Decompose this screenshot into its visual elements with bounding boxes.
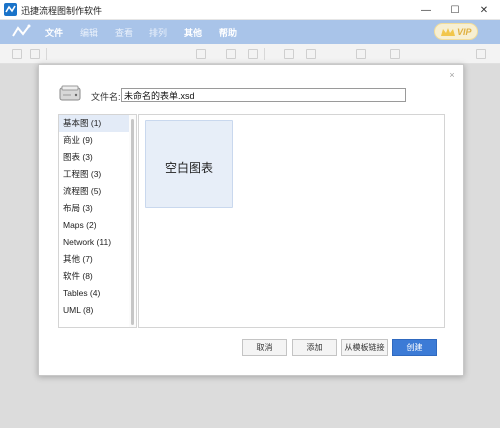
category-scrollbar-thumb[interactable] [131,119,134,325]
category-item-network[interactable]: Network (11) [59,234,130,251]
category-item-engineering[interactable]: 工程图 (3) [59,166,130,183]
toolbar-icon [196,49,206,59]
menu-file[interactable]: 文件 [45,26,63,39]
category-item-tables[interactable]: Tables (4) [59,285,130,302]
maximize-button[interactable]: ☐ [441,0,469,20]
filename-input[interactable] [121,88,406,102]
menu-view[interactable]: 查看 [115,26,133,39]
close-icon[interactable]: × [447,70,457,80]
new-file-dialog: × 文件名: 基本图 (1) 商业 (9) 图表 (3) 工程图 (3) 流程图… [38,64,464,376]
minimize-button[interactable]: — [412,0,440,20]
window-title: 迅捷流程图制作软件 [21,6,103,16]
toolbar-separator [264,48,265,60]
category-item-other[interactable]: 其他 (7) [59,251,130,268]
category-item-business[interactable]: 商业 (9) [59,132,130,149]
from-template-link-button[interactable]: 从模板链接 [341,339,388,356]
template-card-blank[interactable]: 空白图表 [145,120,233,208]
menu-bar: 文件 编辑 查看 排列 其他 帮助 VIP [0,20,500,44]
template-card-label: 空白图表 [164,161,213,175]
menu-arrange[interactable]: 排列 [149,26,167,39]
category-item-layout[interactable]: 布局 (3) [59,200,130,217]
category-item-charts[interactable]: 图表 (3) [59,149,130,166]
toolbar-icon [30,49,40,59]
toolbar-icon [12,49,22,59]
toolbar-icon [248,49,258,59]
add-button[interactable]: 添加 [292,339,337,356]
app-logo-icon [4,3,17,16]
template-panel: 空白图表 [138,114,445,328]
vip-badge[interactable]: VIP [434,23,478,40]
cancel-button[interactable]: 取消 [242,339,287,356]
toolbar [0,44,500,64]
toolbar-icon [306,49,316,59]
crown-icon [441,28,455,36]
title-bar: 迅捷流程图制作软件 — ☐ ✕ [0,0,500,20]
vip-label: VIP [457,27,472,37]
menu-edit[interactable]: 编辑 [80,26,98,39]
flowchart-logo-icon[interactable] [10,22,32,42]
toolbar-icon [390,49,400,59]
toolbar-icon [356,49,366,59]
create-button[interactable]: 创建 [392,339,437,356]
toolbar-separator [46,48,47,60]
category-item-maps[interactable]: Maps (2) [59,217,130,234]
toolbar-icon [226,49,236,59]
category-item-flowchart[interactable]: 流程图 (5) [59,183,130,200]
hard-drive-icon [59,85,81,101]
toolbar-icon [476,49,486,59]
toolbar-icon [284,49,294,59]
category-item-uml[interactable]: UML (8) [59,302,130,319]
menu-help[interactable]: 帮助 [219,26,237,39]
menu-other[interactable]: 其他 [184,26,202,39]
category-item-software[interactable]: 软件 (8) [59,268,130,285]
category-list: 基本图 (1) 商业 (9) 图表 (3) 工程图 (3) 流程图 (5) 布局… [58,114,137,328]
close-window-button[interactable]: ✕ [470,0,498,20]
filename-label: 文件名: [91,92,121,102]
category-item-basic[interactable]: 基本图 (1) [59,115,130,132]
